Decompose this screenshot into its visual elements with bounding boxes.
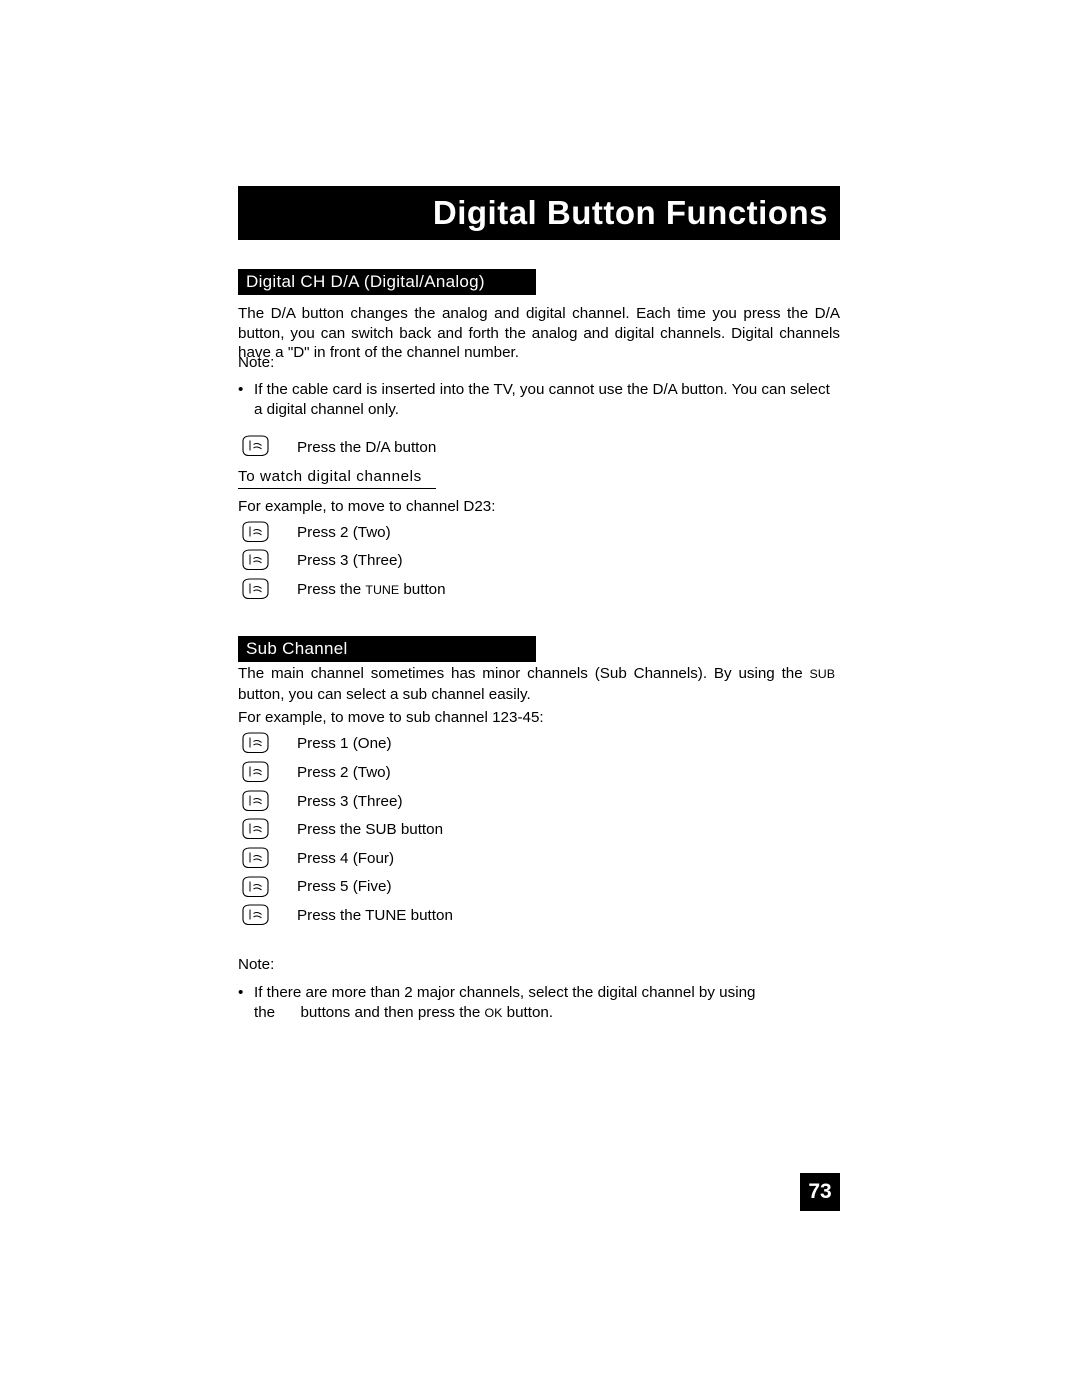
digital-ch-step-2: Press 2 (Two) [297, 523, 391, 542]
section-heading-digital-ch-label: Digital CH D/A (Digital/Analog) [246, 272, 485, 291]
digital-ch-note-bullet-text: If the cable card is inserted into the T… [254, 381, 830, 418]
digital-ch-step-tune: Press the TUNE button [297, 580, 446, 600]
bullet-dot-icon: • [238, 984, 244, 1001]
sub-channel-paragraph-a: The main channel sometimes has minor cha… [238, 665, 810, 682]
digital-ch-example: For example, to move to channel D23: [238, 498, 496, 515]
remote-key-icon [240, 521, 270, 543]
digital-ch-step-tune-key: TUNE [365, 583, 400, 597]
digital-ch-note-label: Note: [238, 354, 275, 371]
sub-channel-note-key: OK [484, 1005, 503, 1020]
digital-ch-step-da-text: Press the D/A button [297, 439, 437, 456]
page-number: 73 [800, 1173, 840, 1211]
digital-ch-step-tune-prefix: Press the [297, 581, 366, 598]
remote-key-icon [240, 876, 270, 898]
sub-channel-step-sub: Press the SUB button [297, 821, 444, 838]
sub-channel-step-5: Press 5 (Five) [297, 878, 392, 895]
digital-ch-step-3: Press 3 (Three) [297, 551, 403, 570]
remote-key-icon [240, 790, 270, 812]
digital-ch-step-3-text: Press 3 (Three) [297, 552, 403, 569]
sub-channel-example: For example, to move to sub channel 123-… [238, 709, 544, 726]
sub-channel-paragraph-b: button, you can select a sub channel eas… [238, 685, 531, 703]
sub-channel-note-label: Note: [238, 956, 275, 973]
remote-key-icon [240, 761, 270, 783]
digital-ch-note-bullet: • If the cable card is inserted into the… [238, 380, 840, 419]
remote-key-icon [240, 549, 270, 571]
sub-channel-step-1: Press 1 (One) [297, 735, 392, 752]
remote-key-icon [240, 904, 270, 926]
digital-ch-step-tune-suffix: button [399, 581, 446, 598]
remote-key-icon [240, 435, 270, 457]
remote-key-icon [240, 732, 270, 754]
digital-ch-step-2-text: Press 2 (Two) [297, 524, 391, 541]
remote-key-icon [240, 818, 270, 840]
remote-key-icon [240, 578, 270, 600]
section-heading-sub-channel: Sub Channel [238, 636, 536, 662]
bullet-dot-icon: • [238, 381, 244, 398]
sub-channel-paragraph: The main channel sometimes has minor cha… [238, 664, 835, 704]
sub-channel-step-2: Press 2 (Two) [297, 764, 391, 781]
sub-channel-step-tune: Press the TUNE button [297, 907, 453, 924]
sub-channel-note-part-b: buttons and then press the [300, 1003, 485, 1021]
page-title: Digital Button Functions [432, 194, 828, 231]
digital-ch-subheading: To watch digital channels [238, 468, 436, 489]
section-heading-digital-ch: Digital CH D/A (Digital/Analog) [238, 269, 536, 295]
sub-channel-note-bullet-text: If there are more than 2 major channels,… [254, 983, 840, 1023]
section-heading-sub-channel-label: Sub Channel [246, 639, 348, 658]
sub-channel-paragraph-key: SUB [809, 667, 835, 681]
sub-channel-note-bullet: • If there are more than 2 major channel… [238, 983, 840, 1023]
page-title-banner: Digital Button Functions [238, 186, 840, 240]
sub-channel-note-part-c: button. [502, 1003, 554, 1021]
document-page: Digital Button Functions Digital CH D/A … [0, 0, 1080, 1397]
sub-channel-step-4: Press 4 (Four) [297, 850, 395, 867]
sub-channel-step-3: Press 3 (Three) [297, 793, 403, 810]
remote-key-icon [240, 847, 270, 869]
